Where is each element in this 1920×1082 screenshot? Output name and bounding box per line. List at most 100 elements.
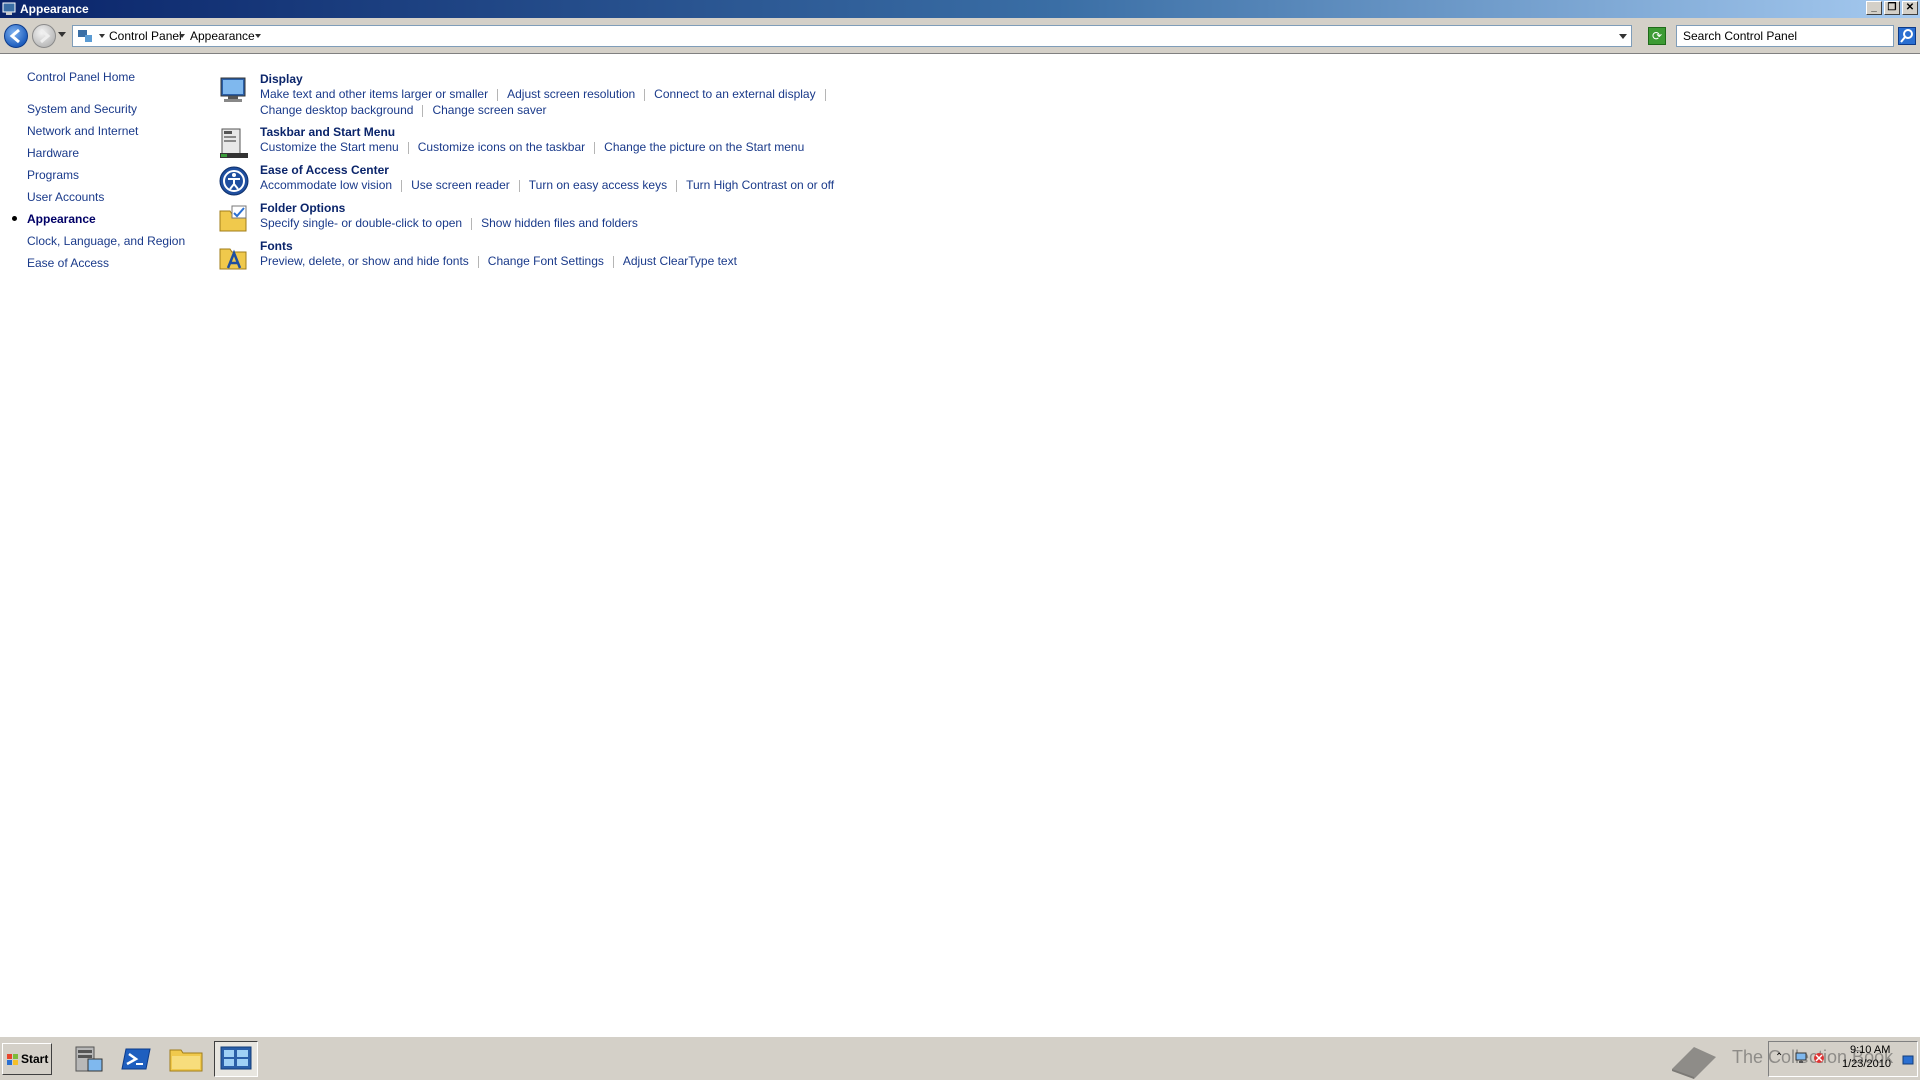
link-font-settings[interactable]: Change Font Settings — [488, 254, 604, 268]
link-separator — [594, 141, 596, 154]
arrow-left-icon — [9, 28, 20, 44]
address-history-dropdown[interactable] — [1619, 34, 1627, 39]
sidebar-item-programs[interactable]: Programs — [27, 168, 79, 182]
network-error-icon[interactable] — [1813, 1052, 1825, 1064]
back-button[interactable] — [4, 24, 28, 48]
show-desktop-icon[interactable] — [1902, 1054, 1914, 1066]
sidebar-item-hardware[interactable]: Hardware — [27, 146, 79, 160]
taskbar-links-row-1: Customize the Start menu Customize icons … — [260, 140, 804, 154]
control-panel-home-link[interactable]: Control Panel Home — [27, 70, 135, 84]
link-hidden-files[interactable]: Show hidden files and folders — [481, 216, 638, 230]
search-input[interactable]: Search Control Panel — [1676, 25, 1894, 47]
link-customize-taskbar-icons[interactable]: Customize icons on the taskbar — [418, 140, 585, 154]
sidebar-item-ease-of-access[interactable]: Ease of Access — [27, 256, 109, 270]
display-links-row-1: Make text and other items larger or smal… — [260, 87, 835, 101]
refresh-button[interactable]: ⟳ — [1648, 27, 1666, 45]
link-separator — [824, 88, 826, 101]
link-text-size[interactable]: Make text and other items larger or smal… — [260, 87, 488, 101]
display-links-row-2: Change desktop background Change screen s… — [260, 103, 547, 117]
fonts-icon — [219, 248, 247, 270]
start-label: Start — [21, 1052, 49, 1066]
link-low-vision[interactable]: Accommodate low vision — [260, 178, 392, 192]
link-separator — [644, 88, 646, 101]
link-separator — [497, 88, 499, 101]
clock-time[interactable]: 9:10 AM — [1850, 1044, 1890, 1056]
link-customize-start-menu[interactable]: Customize the Start menu — [260, 140, 399, 154]
link-separator — [612, 255, 614, 268]
ease-of-access-links-row-1: Accommodate low vision Use screen reader T… — [260, 178, 834, 192]
chevron-down-icon[interactable] — [179, 34, 185, 38]
address-toolbar: Control Panel Appearance ⟳ Search Contro… — [0, 18, 1920, 54]
chevron-down-icon[interactable] — [255, 34, 261, 38]
title-bar[interactable]: Appearance _ ❐ ✕ — [0, 0, 1920, 18]
explorer-taskbar-button[interactable] — [164, 1041, 208, 1077]
link-single-double-click[interactable]: Specify single- or double-click to open — [260, 216, 462, 230]
network-icon[interactable] — [1795, 1052, 1807, 1064]
link-cleartype[interactable]: Adjust ClearType text — [623, 254, 737, 268]
server-manager-taskbar-button[interactable] — [66, 1041, 110, 1077]
link-start-menu-picture[interactable]: Change the picture on the Start menu — [604, 140, 804, 154]
sidebar-item-system-and-security[interactable]: System and Security — [27, 102, 137, 116]
clock-date[interactable]: 1/23/2010 — [1842, 1058, 1891, 1070]
control-panel-taskbar-button[interactable] — [214, 1041, 258, 1077]
link-separator — [477, 255, 479, 268]
sidebar-item-network-and-internet[interactable]: Network and Internet — [27, 124, 138, 138]
minimize-button[interactable]: _ — [1866, 1, 1882, 15]
powershell-taskbar-button[interactable] — [114, 1041, 158, 1077]
link-separator — [407, 141, 409, 154]
link-screen-saver[interactable]: Change screen saver — [432, 103, 546, 117]
recent-pages-dropdown[interactable] — [58, 32, 66, 37]
link-easy-access-keys[interactable]: Turn on easy access keys — [529, 178, 667, 192]
sidebar-item-user-accounts[interactable]: User Accounts — [27, 190, 104, 204]
taskbar-start-menu-title[interactable]: Taskbar and Start Menu — [260, 125, 395, 139]
link-separator — [471, 217, 473, 230]
current-item-bullet-icon — [12, 216, 17, 221]
link-screen-reader[interactable]: Use screen reader — [411, 178, 510, 192]
show-hidden-icons-icon[interactable]: ⌃ — [1775, 1052, 1787, 1064]
taskbar-icon — [220, 128, 248, 158]
search-button[interactable] — [1898, 27, 1916, 45]
folder-icon — [169, 1049, 203, 1072]
book-icon — [1672, 1047, 1716, 1079]
restore-button[interactable]: ❐ — [1884, 1, 1900, 15]
address-bar[interactable]: Control Panel Appearance — [72, 25, 1632, 47]
folder-options-links-row-1: Specify single- or double-click to open S… — [260, 216, 638, 230]
search-icon — [1900, 29, 1913, 43]
sidebar-item-appearance[interactable]: Appearance — [27, 212, 96, 226]
breadcrumb-control-panel[interactable]: Control Panel — [109, 29, 182, 43]
link-high-contrast[interactable]: Turn High Contrast on or off — [686, 178, 834, 192]
display-title[interactable]: Display — [260, 72, 303, 86]
powershell-icon — [121, 1048, 151, 1070]
taskbar: Start The Collection Book ⌃ 9:10 AM 1/23… — [0, 1036, 1920, 1080]
arrow-right-icon — [40, 28, 51, 44]
sidebar-item-clock-language-region[interactable]: Clock, Language, and Region — [27, 234, 185, 248]
display-icon — [220, 77, 246, 102]
fonts-links-row-1: Preview, delete, or show and hide fonts C… — [260, 254, 737, 268]
link-separator — [401, 179, 403, 192]
ease-of-access-center-title[interactable]: Ease of Access Center — [260, 163, 389, 177]
close-button[interactable]: ✕ — [1902, 1, 1918, 15]
link-separator — [422, 104, 424, 117]
control-panel-app-icon — [2, 2, 16, 15]
server-manager-icon — [75, 1046, 103, 1072]
forward-button[interactable] — [32, 24, 56, 48]
control-panel-icon — [220, 1046, 252, 1070]
folder-options-icon — [219, 205, 247, 232]
link-screen-resolution[interactable]: Adjust screen resolution — [507, 87, 635, 101]
link-separator — [518, 179, 520, 192]
link-desktop-background[interactable]: Change desktop background — [260, 103, 413, 117]
breadcrumb-appearance[interactable]: Appearance — [190, 29, 255, 43]
folder-options-title[interactable]: Folder Options — [260, 201, 345, 215]
windows-logo-icon — [7, 1054, 18, 1065]
chevron-down-icon[interactable] — [99, 34, 105, 38]
window-title: Appearance — [20, 2, 89, 16]
start-button[interactable]: Start — [2, 1043, 52, 1075]
ease-of-access-icon — [219, 166, 249, 196]
refresh-icon: ⟳ — [1651, 29, 1663, 43]
link-external-display[interactable]: Connect to an external display — [654, 87, 815, 101]
control-panel-icon — [78, 30, 92, 42]
system-tray: ⌃ 9:10 AM 1/23/2010 — [1768, 1041, 1918, 1077]
fonts-title[interactable]: Fonts — [260, 239, 293, 253]
link-preview-fonts[interactable]: Preview, delete, or show and hide fonts — [260, 254, 469, 268]
link-separator — [676, 179, 678, 192]
